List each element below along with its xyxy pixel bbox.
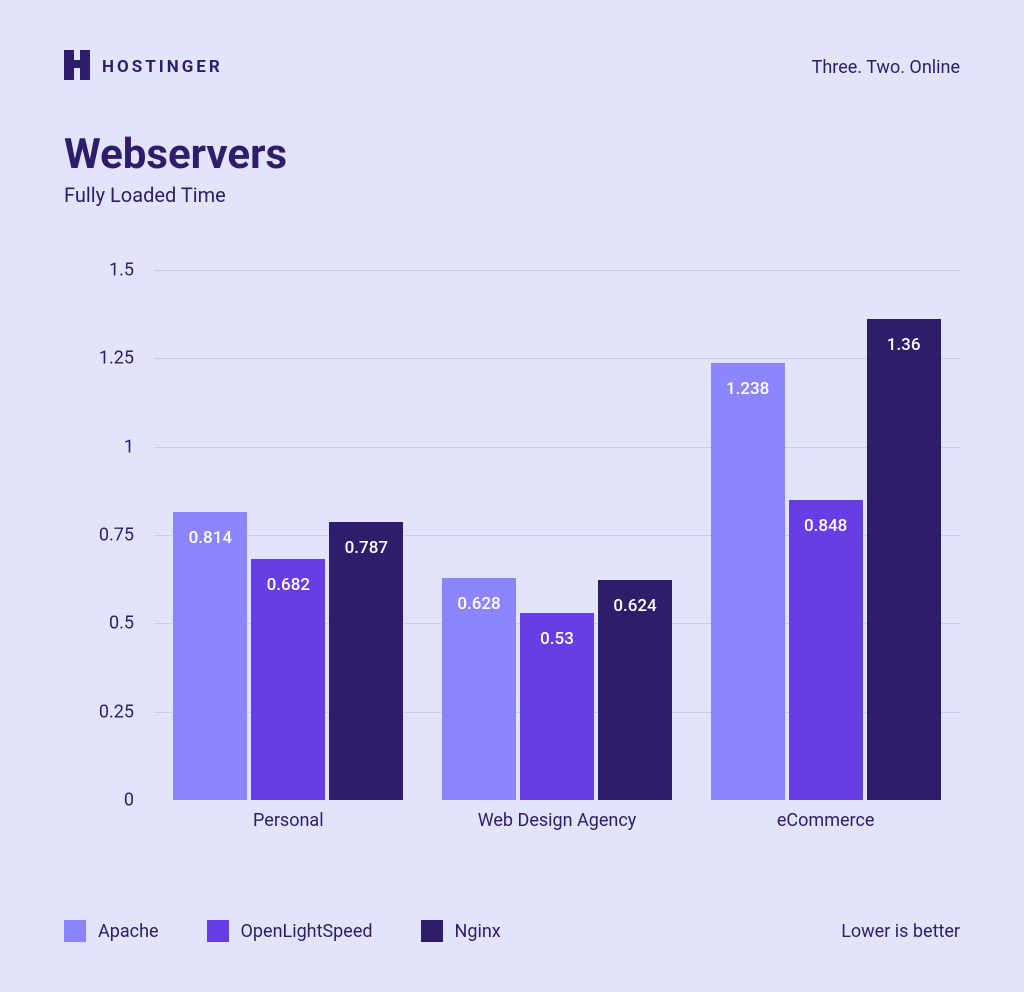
- bar: 0.53: [520, 613, 594, 800]
- y-tick-label: 1.5: [64, 260, 134, 281]
- bar-value-label: 0.53: [540, 629, 574, 649]
- bar: 0.848: [789, 500, 863, 800]
- header: HOSTINGER Three. Two. Online: [64, 50, 960, 84]
- legend-item: OpenLightSpeed: [207, 920, 373, 942]
- y-tick-label: 1: [64, 436, 134, 457]
- legend-item: Nginx: [421, 920, 501, 942]
- bar: 0.682: [251, 559, 325, 800]
- plot-area: 0.8140.6820.7870.6280.530.6241.2380.8481…: [154, 270, 960, 800]
- y-tick-label: 0.75: [64, 525, 134, 546]
- bar-value-label: 1.238: [726, 379, 769, 399]
- bar: 0.814: [173, 512, 247, 800]
- bar-value-label: 0.848: [804, 516, 847, 536]
- bar: 1.238: [711, 363, 785, 800]
- bar-value-label: 0.624: [613, 596, 656, 616]
- bar: 1.36: [867, 319, 941, 800]
- legend-label: OpenLightSpeed: [241, 921, 373, 942]
- bar-group: 0.628 0.53 0.624: [442, 270, 672, 800]
- title-block: Webservers Fully Loaded Time: [64, 130, 287, 207]
- chart-title: Webservers: [64, 130, 287, 179]
- x-category-label: Web Design Agency: [478, 810, 637, 831]
- bar: 0.624: [598, 580, 672, 800]
- bar-value-label: 0.682: [267, 575, 310, 595]
- legend-label: Nginx: [455, 921, 501, 942]
- y-tick-label: 1.25: [64, 348, 134, 369]
- chart: 00.250.50.7511.251.5 0.8140.6820.7870.62…: [64, 270, 960, 830]
- x-category-label: eCommerce: [777, 810, 875, 831]
- brand-logo: HOSTINGER: [64, 50, 223, 84]
- legend-swatch: [64, 920, 86, 942]
- bar-value-label: 0.814: [189, 528, 232, 548]
- x-category-label: Personal: [253, 810, 324, 831]
- legend: Apache OpenLightSpeed Nginx Lower is bette…: [64, 920, 960, 942]
- brand-tagline: Three. Two. Online: [812, 57, 960, 78]
- y-tick-label: 0: [64, 790, 134, 811]
- bar-value-label: 0.628: [457, 594, 500, 614]
- bar-group: 0.814 0.682 0.787: [173, 270, 403, 800]
- bar-group: 1.238 0.848 1.36: [711, 270, 941, 800]
- y-tick-label: 0.25: [64, 701, 134, 722]
- legend-swatch: [207, 920, 229, 942]
- legend-swatch: [421, 920, 443, 942]
- chart-subtitle: Fully Loaded Time: [64, 183, 287, 207]
- legend-label: Apache: [98, 921, 159, 942]
- chart-note: Lower is better: [841, 921, 960, 942]
- bar-value-label: 1.36: [887, 335, 921, 355]
- brand-name: HOSTINGER: [102, 57, 223, 77]
- bar-value-label: 0.787: [345, 538, 388, 558]
- y-tick-label: 0.5: [64, 613, 134, 634]
- legend-item: Apache: [64, 920, 159, 942]
- hostinger-logo-icon: [64, 50, 90, 84]
- bar: 0.787: [329, 522, 403, 800]
- bar: 0.628: [442, 578, 516, 800]
